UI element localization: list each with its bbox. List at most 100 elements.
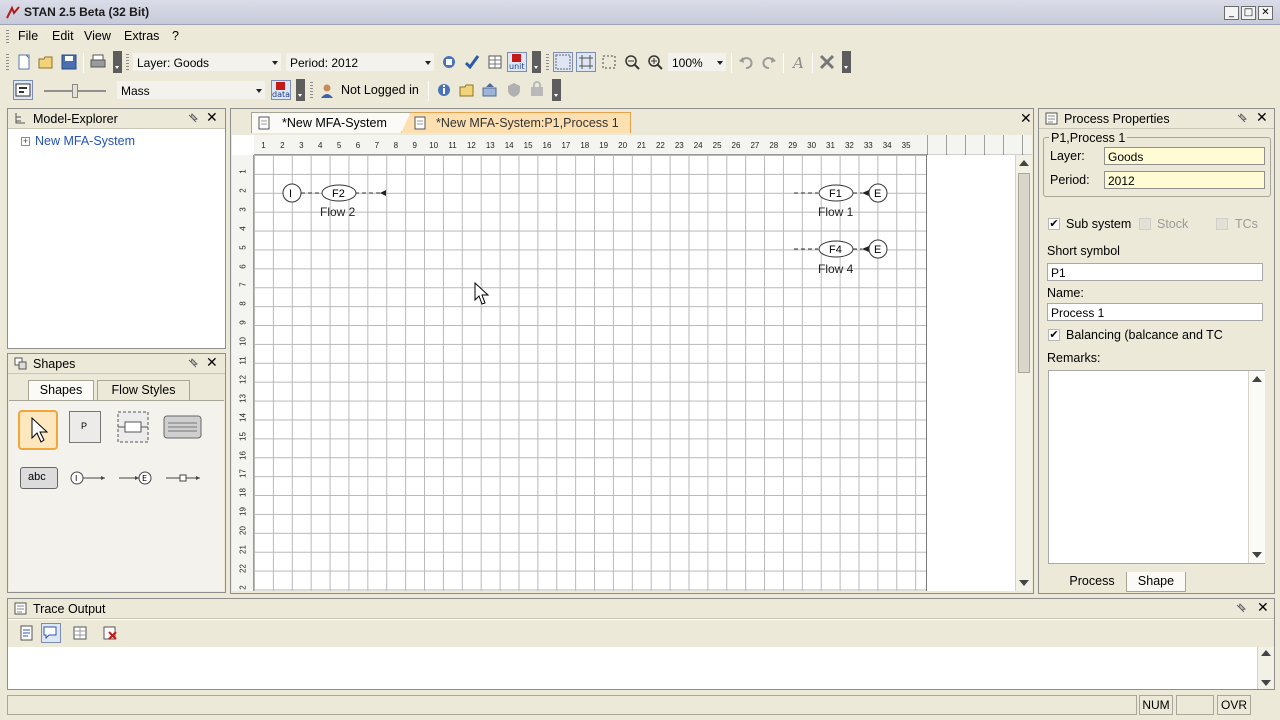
remarks-label: Remarks: [1047,351,1101,365]
remarks-textarea[interactable] [1048,370,1265,564]
flow-tool[interactable] [164,467,204,489]
quantity-select[interactable]: Mass [116,80,266,100]
tab-shape[interactable]: Shape [1126,572,1186,592]
toolbar-overflow-icon[interactable] [842,51,851,73]
process-tool[interactable]: P [69,411,101,443]
close-icon[interactable]: ✕ [1257,600,1269,616]
trace-log-icon[interactable] [17,623,37,643]
remarks-scrollbar[interactable] [1248,371,1265,563]
login-status[interactable]: Not Logged in [341,83,419,97]
stock-checkbox[interactable] [1139,218,1151,230]
grid-toggle-icon[interactable] [553,52,573,72]
layer-select[interactable]: Layer: Goods [132,52,282,72]
trace-table-icon[interactable] [70,623,90,643]
name-field[interactable]: Process 1 [1047,303,1263,321]
open-folder-icon[interactable] [36,52,56,72]
toolbar-grip[interactable] [126,54,129,70]
menu-file[interactable]: File [18,29,38,43]
subsystem-tool[interactable] [117,411,149,443]
scroll-thumb[interactable] [1018,173,1030,373]
data-button[interactable]: data [271,80,291,100]
stock-table-tool[interactable] [163,415,203,439]
close-icon[interactable]: ✕ [206,110,218,126]
pin-icon[interactable] [1234,602,1247,615]
table-icon[interactable] [485,52,505,72]
tab-process-1[interactable]: *New MFA-System:P1,Process 1 [401,112,631,133]
toolbar-overflow-icon[interactable] [552,79,561,101]
pointer-tool[interactable] [18,410,58,450]
toolbar-overflow-icon[interactable] [113,51,122,73]
zoom-out-icon[interactable] [622,52,642,72]
pin-icon[interactable] [186,112,199,125]
undo-icon[interactable] [736,52,756,72]
save-icon[interactable] [59,52,79,72]
scroll-down-icon[interactable] [1019,580,1029,586]
close-icon[interactable]: ✕ [1020,111,1032,127]
lock-icon[interactable] [527,80,547,100]
print-icon[interactable] [88,52,108,72]
scroll-up-icon[interactable] [1252,376,1262,382]
toolbar-grip[interactable] [310,82,313,98]
toolbar-grip[interactable] [6,54,9,70]
text-tool[interactable]: abc [20,467,58,489]
balancing-checkbox[interactable]: ✔ [1048,329,1060,341]
open-db-icon[interactable] [457,80,477,100]
period-field[interactable]: 2012 [1104,171,1265,189]
mode-toggle-icon[interactable] [13,80,33,100]
tab-shapes[interactable]: Shapes [28,380,94,400]
unit-button[interactable]: unit [507,52,527,72]
pin-icon[interactable] [1235,112,1248,125]
minimize-button[interactable]: _ [1224,6,1239,20]
short-symbol-field[interactable]: P1 [1047,263,1263,281]
menu-edit[interactable]: Edit [52,29,74,43]
editor-scrollbar[interactable] [1015,155,1032,591]
scroll-up-icon[interactable] [1019,160,1029,166]
close-icon[interactable]: ✕ [206,355,218,371]
tree-item-root[interactable]: + New MFA-System [21,134,135,148]
menu-grip[interactable] [6,30,9,44]
menu-view[interactable]: View [84,29,111,43]
zoom-in-icon[interactable] [645,52,665,72]
trace-messages-icon[interactable] [41,623,61,643]
trace-clear-icon[interactable] [100,623,120,643]
calculate-icon[interactable] [439,52,459,72]
tab-mfa-system[interactable]: *New MFA-System [251,112,411,133]
snap-grid-icon[interactable] [576,52,596,72]
scroll-down-icon[interactable] [1261,680,1271,686]
text-style-icon[interactable]: A [788,52,808,72]
new-file-icon[interactable] [14,52,34,72]
upload-icon[interactable] [480,80,500,100]
maximize-button[interactable]: □ [1241,6,1256,20]
diagram-canvas[interactable]: 1 2 3 4 5 6 7 8 9 10 11 12 13 14 15 16 17 18 19 20 21 22 23 24 2… [232,135,1032,591]
tcs-checkbox[interactable] [1216,218,1228,230]
trace-scrollbar[interactable] [1257,647,1274,689]
shield-icon[interactable] [504,80,524,100]
zoom-select[interactable]: 100% [667,52,727,72]
select-area-icon[interactable] [599,52,619,72]
tab-flow-styles[interactable]: Flow Styles [97,380,190,400]
menu-extras[interactable]: Extras [124,29,159,43]
import-flow-tool[interactable]: I [69,467,109,489]
close-window-button[interactable]: ✕ [1258,6,1273,20]
export-flow-tool[interactable]: E [117,467,157,489]
table-icon [163,415,202,439]
redo-icon[interactable] [759,52,779,72]
period-select[interactable]: Period: 2012 [285,52,435,72]
status-bar: NUM OVR [0,694,1280,720]
expand-icon[interactable]: + [21,137,30,146]
check-icon[interactable] [462,52,482,72]
scale-slider[interactable] [44,84,106,98]
scroll-down-icon[interactable] [1252,552,1262,558]
layer-field[interactable]: Goods [1104,147,1265,165]
toolbar-grip[interactable] [546,54,549,70]
info-icon[interactable] [434,80,454,100]
delete-icon[interactable] [817,52,837,72]
pin-icon[interactable] [186,357,199,370]
slider-handle[interactable] [72,84,78,98]
scroll-up-icon[interactable] [1261,650,1271,656]
toolbar-overflow-icon[interactable] [532,51,541,73]
toolbar-overflow-icon[interactable] [296,79,305,101]
subsystem-checkbox[interactable]: ✔ [1048,218,1060,230]
menu-help[interactable]: ? [172,29,179,43]
close-icon[interactable]: ✕ [1256,110,1268,126]
